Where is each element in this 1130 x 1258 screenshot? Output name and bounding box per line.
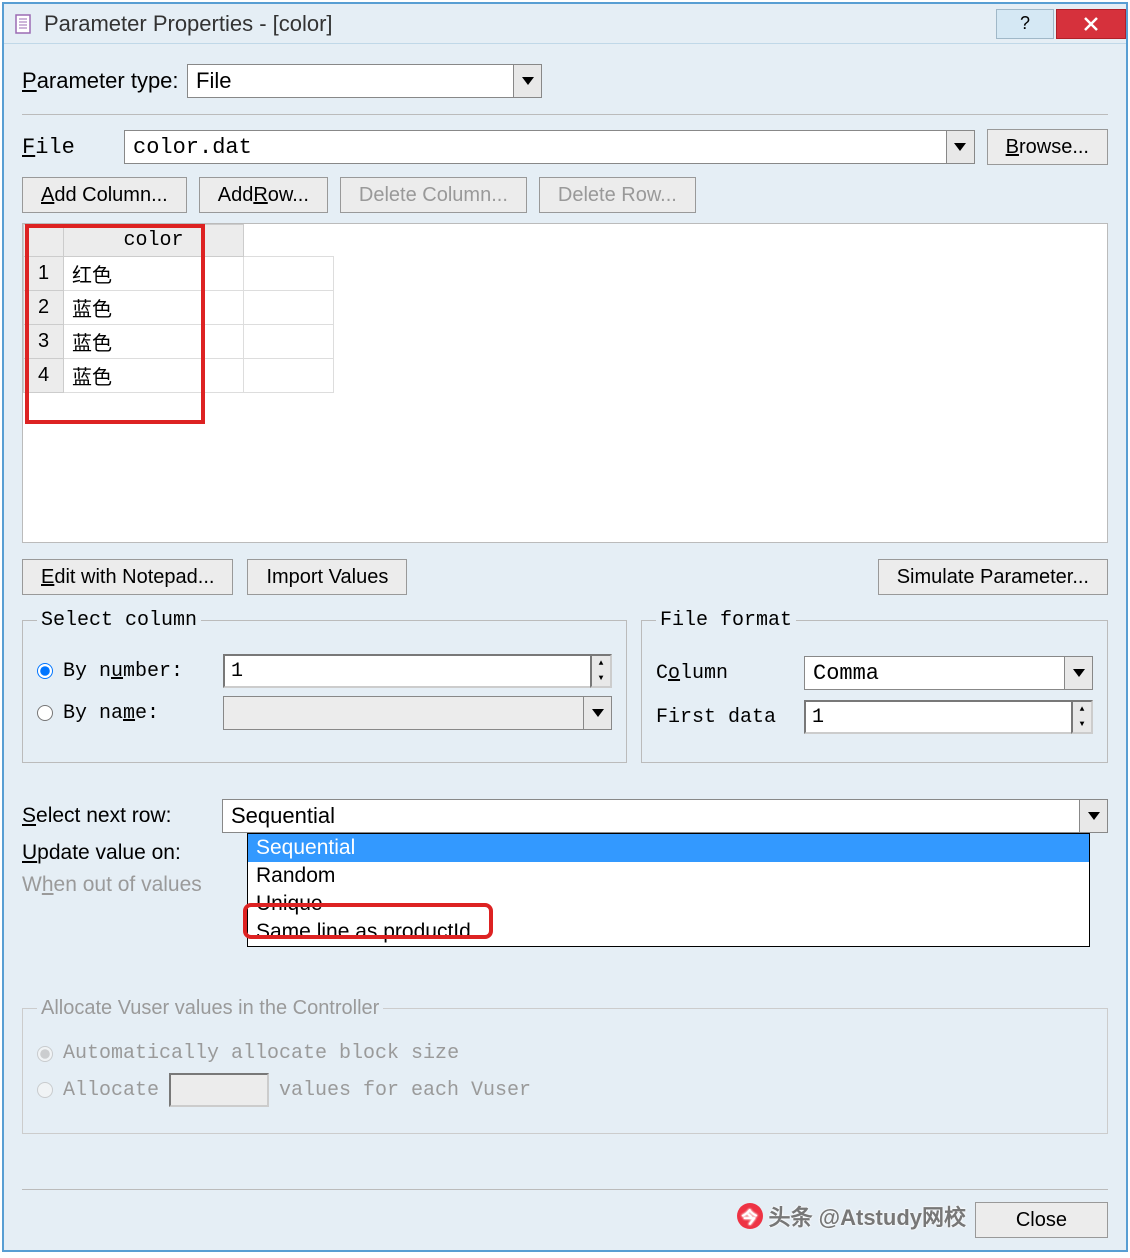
- chevron-down-icon: [583, 697, 611, 729]
- select-next-row-dropdown[interactable]: Sequential Random Unique Same line as pr…: [247, 833, 1090, 947]
- table-row: 3蓝色: [24, 325, 334, 359]
- chevron-down-icon[interactable]: [946, 131, 974, 163]
- by-name-label: By name:: [63, 702, 213, 725]
- by-number-label: By number:: [63, 660, 213, 683]
- file-label: File: [22, 135, 112, 160]
- file-path-combo[interactable]: color.dat: [124, 130, 975, 164]
- by-number-radio[interactable]: [37, 663, 53, 679]
- data-grid[interactable]: color 1红色 2蓝色 3蓝色 4蓝色: [22, 223, 1108, 543]
- import-values-button[interactable]: Import Values: [247, 559, 407, 595]
- table-row: 1红色: [24, 257, 334, 291]
- when-out-label: When out of values: [22, 873, 222, 897]
- dropdown-option[interactable]: Same line as productId: [248, 918, 1089, 946]
- browse-button[interactable]: Browse...: [987, 129, 1108, 165]
- allocate-count-input: [169, 1073, 269, 1107]
- spinner-buttons[interactable]: ▲▼: [590, 654, 612, 688]
- add-row-button[interactable]: Add Row...: [199, 177, 328, 213]
- allocate-label: Allocate: [63, 1079, 159, 1102]
- auto-allocate-label: Automatically allocate block size: [63, 1042, 459, 1065]
- file-format-group: File format Column Comma First data ▲▼: [641, 609, 1108, 763]
- select-next-row-label: Select next row:: [22, 804, 222, 828]
- chevron-down-icon[interactable]: [1064, 657, 1092, 689]
- chevron-down-icon[interactable]: [513, 65, 541, 97]
- close-window-button[interactable]: [1056, 9, 1126, 39]
- parameter-type-combo[interactable]: File: [187, 64, 542, 98]
- close-button[interactable]: Close: [975, 1202, 1108, 1238]
- dialog-window: Parameter Properties - [color] ? Paramet…: [2, 2, 1128, 1252]
- dropdown-option[interactable]: Sequential: [248, 834, 1089, 862]
- dropdown-option[interactable]: Unique: [248, 890, 1089, 918]
- by-name-combo: [223, 696, 612, 730]
- allocate-suffix-label: values for each Vuser: [279, 1079, 531, 1102]
- table-row: 2蓝色: [24, 291, 334, 325]
- simulate-parameter-button[interactable]: Simulate Parameter...: [878, 559, 1108, 595]
- column-header[interactable]: color: [64, 225, 244, 257]
- help-button[interactable]: ?: [996, 9, 1054, 39]
- first-data-label: First data: [656, 706, 796, 729]
- parameter-type-label: Parameter type:: [22, 68, 187, 94]
- watermark: 今 头条 @Atstudy网校: [737, 1200, 966, 1232]
- edit-notepad-button[interactable]: Edit with Notepad...: [22, 559, 233, 595]
- select-column-group: Select column By number: ▲▼ By name:: [22, 609, 627, 763]
- delete-column-button: Delete Column...: [340, 177, 527, 213]
- update-value-label: Update value on:: [22, 841, 222, 865]
- table-row: 4蓝色: [24, 359, 334, 393]
- column-delim-label: Column: [656, 662, 796, 685]
- by-name-radio[interactable]: [37, 705, 53, 721]
- grid-corner: [24, 225, 64, 257]
- window-title: Parameter Properties - [color]: [44, 11, 994, 37]
- allocate-radio: [37, 1082, 53, 1098]
- allocate-vuser-group: Allocate Vuser values in the Controller …: [22, 997, 1108, 1134]
- add-column-button[interactable]: Add Column...: [22, 177, 187, 213]
- app-icon: [12, 12, 36, 36]
- by-number-input[interactable]: [223, 654, 590, 688]
- watermark-icon: 今: [737, 1203, 763, 1229]
- auto-allocate-radio: [37, 1046, 53, 1062]
- column-delim-combo[interactable]: Comma: [804, 656, 1093, 690]
- chevron-down-icon[interactable]: [1079, 800, 1107, 832]
- dropdown-option[interactable]: Random: [248, 862, 1089, 890]
- spinner-buttons[interactable]: ▲▼: [1071, 700, 1093, 734]
- select-next-row-combo[interactable]: Sequential: [222, 799, 1108, 833]
- first-data-input[interactable]: [804, 700, 1071, 734]
- titlebar: Parameter Properties - [color] ?: [4, 4, 1126, 44]
- delete-row-button: Delete Row...: [539, 177, 696, 213]
